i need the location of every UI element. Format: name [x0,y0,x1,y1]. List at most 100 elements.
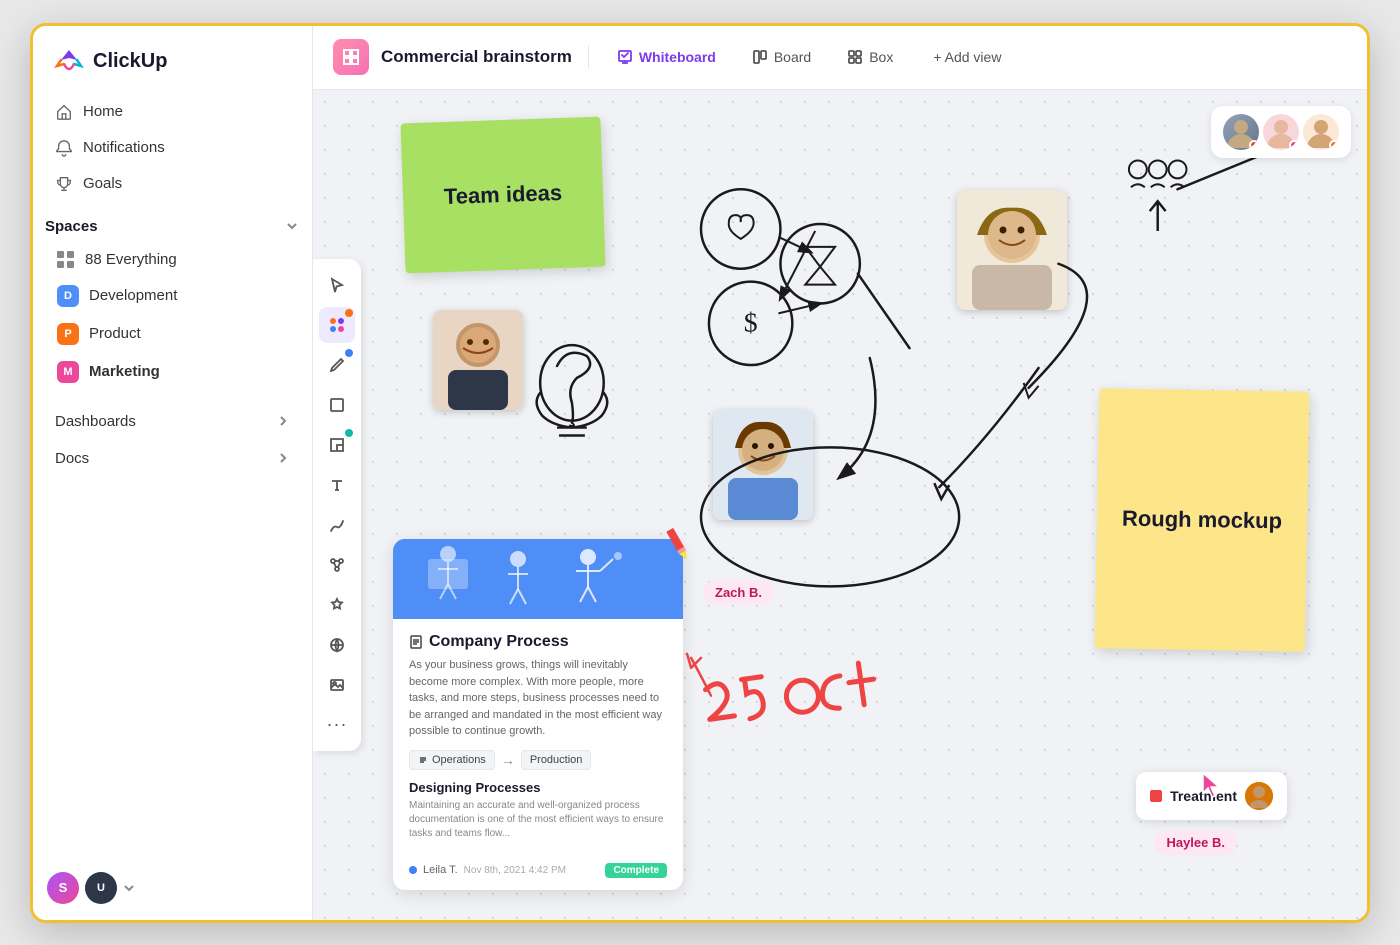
toolbar-note-btn[interactable] [319,427,355,463]
space-item-product[interactable]: P Product [45,315,300,353]
whiteboard-tab-label: Whiteboard [639,49,716,65]
docs-label: Docs [55,450,89,467]
board-tab-icon [752,49,768,65]
doc-title: Company Process [409,633,667,651]
spaces-list: 88 Everything D Development P Product M … [33,243,312,391]
avatar-dot-2 [1289,140,1299,150]
grid-icon [57,251,75,269]
topbar-divider [588,45,589,69]
doc-user-name: Leila T. [423,864,458,876]
doc-icon [409,635,423,649]
tab-box[interactable]: Box [835,43,905,71]
marketing-badge: M [57,361,79,383]
toolbar-more-btn[interactable]: ··· [319,707,355,743]
dashboards-row[interactable]: Dashboards [45,403,300,440]
toolbar-dot-teal [345,429,353,437]
flow-arrow: → [501,752,515,768]
notifications-label: Notifications [83,139,165,156]
treatment-avatar [1245,782,1273,810]
whiteboard-tab-icon [617,49,633,65]
sticky-note-team-ideas[interactable]: Team ideas [400,116,605,273]
add-view-label: + Add view [933,49,1001,65]
collab-avatar-3 [1303,114,1339,150]
toolbar-cursor-btn[interactable] [319,267,355,303]
flow-from-badge: Operations [409,750,495,770]
sidebar-item-home[interactable]: Home [45,94,300,130]
user-label-haylee: Haylee B. [1154,830,1237,855]
sidebar-sections: Dashboards Docs [33,403,312,477]
space-item-marketing[interactable]: M Marketing [45,353,300,391]
main-content: Commercial brainstorm Whiteboard Board [313,26,1367,920]
board-title: Commercial brainstorm [381,47,572,67]
app-name: ClickUp [93,50,167,73]
toolbar-colorpicker-btn[interactable] [319,307,355,343]
collab-avatar-1 [1223,114,1259,150]
everything-label: 88 Everything [85,251,177,268]
doc-card-body: Company Process As your business grows, … [393,619,683,855]
avatar-dot-3 [1329,140,1339,150]
topbar: Commercial brainstorm Whiteboard Board [313,26,1367,90]
doc-section-text: Maintaining an accurate and well-organiz… [409,799,667,841]
add-view-button[interactable]: + Add view [921,43,1013,71]
sidebar-logo[interactable]: ClickUp [33,26,312,94]
space-item-everything[interactable]: 88 Everything [45,243,300,277]
svg-text:$: $ [744,307,758,338]
sidebar-item-notifications[interactable]: Notifications [45,130,300,166]
toolbar-image-btn[interactable] [319,667,355,703]
trophy-icon [55,175,73,193]
goals-label: Goals [83,175,122,192]
spaces-section-header[interactable]: Spaces [33,202,312,243]
avatar-s[interactable]: S [47,872,79,904]
product-badge: P [57,323,79,345]
sticky-green-text: Team ideas [443,179,562,209]
toolbar-pen-btn[interactable] [319,347,355,383]
product-label: Product [89,325,141,342]
list-icon [418,755,428,765]
left-toolbar: ··· [313,259,361,751]
chevron-down-user-icon [123,882,135,894]
person-photo-3 [713,410,813,520]
app-container: ClickUp Home Notifications [30,23,1370,923]
space-item-development[interactable]: D Development [45,277,300,315]
toolbar-connect-btn[interactable] [319,547,355,583]
toolbar-text-btn[interactable] [319,467,355,503]
whiteboard-canvas[interactable]: ··· [313,90,1367,920]
doc-card-footer: Leila T. Nov 8th, 2021 4:42 PM Complete [393,855,683,890]
person-photo-1 [433,310,523,410]
marketing-label: Marketing [89,363,160,380]
doc-status-badge: Complete [605,863,667,878]
tab-board[interactable]: Board [740,43,823,71]
toolbar-draw-btn[interactable] [319,507,355,543]
toolbar-rect-btn[interactable] [319,387,355,423]
board-icon-header [333,39,369,75]
doc-user-info: Leila T. Nov 8th, 2021 4:42 PM [409,864,566,876]
collab-avatar-2 [1263,114,1299,150]
sidebar-item-goals[interactable]: Goals [45,166,300,202]
document-card[interactable]: Company Process As your business grows, … [393,539,683,890]
docs-row[interactable]: Docs [45,440,300,477]
doc-section-title: Designing Processes [409,780,667,795]
treatment-color-icon [1150,790,1162,802]
dashboards-label: Dashboards [55,413,136,430]
sticky-yellow-text: Rough mockup [1112,495,1293,544]
spaces-label: Spaces [45,218,98,235]
avatar-dot-1 [1249,140,1259,150]
cursor-pointer [1200,771,1222,805]
toolbar-ai-btn[interactable] [319,587,355,623]
collab-avatars [1211,106,1351,158]
chevron-right-icon [276,414,290,428]
tab-whiteboard[interactable]: Whiteboard [605,43,728,71]
toolbar-globe-btn[interactable] [319,627,355,663]
bell-icon [55,139,73,157]
toolbar-dot-orange [345,309,353,317]
avatar-u[interactable]: U [85,872,117,904]
sticky-note-rough-mockup[interactable]: Rough mockup [1095,388,1310,652]
doc-date: Nov 8th, 2021 4:42 PM [464,865,566,876]
development-badge: D [57,285,79,307]
person-photo-2 [957,190,1067,310]
chevron-down-icon [284,218,300,234]
oct-text [687,628,979,769]
sidebar-navigation: Home Notifications Goals [33,94,312,202]
doc-flow: Operations → Production [409,750,667,770]
home-label: Home [83,103,123,120]
